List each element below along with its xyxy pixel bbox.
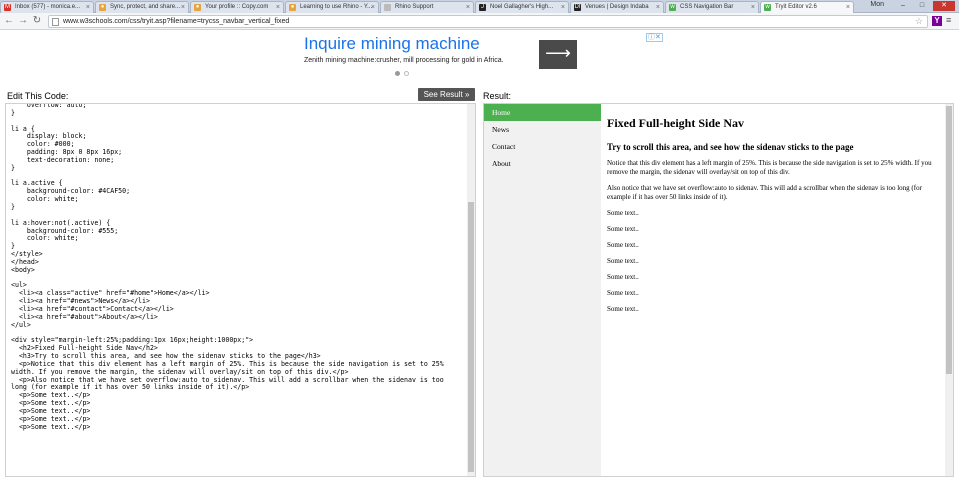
sidenav: Home News Contact About	[484, 104, 601, 476]
browser-tab[interactable]: ● Sync, protect, and share... ×	[95, 1, 189, 13]
see-result-button[interactable]: See Result »	[418, 88, 475, 101]
back-arrow-icon[interactable]: ←	[3, 15, 15, 27]
bookmark-star-icon[interactable]: ☆	[915, 16, 923, 27]
browser-toolbar: ← → ↻ www.w3schools.com/css/tryit.asp?fi…	[0, 13, 959, 30]
result-paragraph: Notice that this div element has a left …	[607, 159, 932, 176]
browser-tab[interactable]: w CSS Navigation Bar ×	[665, 1, 759, 13]
tab-label: Your profile :: Copy.com	[205, 4, 269, 10]
tab-favicon-icon: M	[4, 4, 11, 11]
advertisement[interactable]: Inquire mining machine Zenith mining mac…	[304, 33, 664, 75]
code-scrollbar-thumb[interactable]	[468, 202, 474, 472]
result-some-text: Some text..	[607, 305, 639, 313]
tab-favicon-icon: J	[479, 4, 486, 11]
tab-label: Noel Gallagher's High...	[490, 4, 554, 10]
tab-close-icon[interactable]: ×	[276, 2, 280, 13]
maximize-button[interactable]: □	[914, 1, 930, 11]
tab-favicon-icon: w	[764, 4, 771, 11]
carousel-dot[interactable]	[395, 71, 400, 76]
forward-arrow-icon[interactable]: →	[17, 15, 29, 27]
sidenav-item-news[interactable]: News	[484, 121, 601, 138]
tab-favicon-icon	[384, 4, 391, 11]
tab-close-icon[interactable]: ×	[846, 2, 850, 13]
address-bar[interactable]: www.w3schools.com/css/tryit.asp?filename…	[48, 15, 928, 28]
sidenav-item-contact[interactable]: Contact	[484, 138, 601, 155]
ad-title[interactable]: Inquire mining machine	[304, 34, 480, 54]
tab-favicon-icon: w	[669, 4, 676, 11]
window-controls: ‒ □ ✕	[895, 1, 955, 11]
result-subheading: Try to scroll this area, and see how the…	[607, 142, 854, 152]
browser-tab[interactable]: w Tryit Editor v2.6 ×	[760, 1, 854, 13]
result-frame: Home News Contact About Fixed Full-heigh…	[483, 103, 954, 477]
tab-favicon-icon: ●	[194, 4, 201, 11]
browser-menu-icon[interactable]: ≡	[946, 15, 951, 25]
tab-close-icon[interactable]: ×	[86, 2, 90, 13]
tab-favicon-icon: ●	[289, 4, 296, 11]
tab-label: Inbox (577) - monica.e...	[15, 4, 81, 10]
result-some-text: Some text..	[607, 209, 639, 217]
tab-label: CSS Navigation Bar	[680, 4, 734, 10]
tab-label: Sync, protect, and share...	[110, 4, 181, 10]
tab-close-icon[interactable]: ×	[181, 2, 185, 13]
result-some-text: Some text..	[607, 257, 639, 265]
sidenav-item-about[interactable]: About	[484, 155, 601, 172]
ad-description: Zenith mining machine:crusher, mill proc…	[304, 57, 504, 64]
minimize-button[interactable]: ‒	[895, 1, 911, 11]
result-some-text: Some text..	[607, 225, 639, 233]
tab-close-icon[interactable]: ×	[656, 2, 660, 13]
ad-choices-icon[interactable]: ⓘ✕	[646, 33, 663, 42]
close-window-button[interactable]: ✕	[933, 1, 955, 11]
browser-tab[interactable]: J Noel Gallagher's High... ×	[475, 1, 569, 13]
tab-label: Learning to use Rhino - Y...	[300, 4, 373, 10]
result-some-text: Some text..	[607, 273, 639, 281]
yahoo-extension-icon[interactable]: Y	[932, 16, 942, 26]
code-editor[interactable]: overflow: auto; } li a { display: block;…	[5, 103, 476, 477]
tab-close-icon[interactable]: ×	[371, 2, 375, 13]
edit-code-label: Edit This Code:	[7, 91, 69, 101]
reload-icon[interactable]: ↻	[31, 15, 43, 27]
tab-label: Tryit Editor v2.6	[775, 4, 817, 10]
tab-close-icon[interactable]: ×	[561, 2, 565, 13]
carousel-dots	[395, 71, 409, 76]
browser-tab-strip: M Inbox (577) - monica.e... × ● Sync, protec…	[0, 0, 959, 13]
tab-favicon-icon: DI	[574, 4, 581, 11]
code-scrollbar[interactable]	[467, 104, 475, 476]
result-some-text: Some text..	[607, 241, 639, 249]
tab-close-icon[interactable]: ×	[466, 2, 470, 13]
sidenav-item-home[interactable]: Home	[484, 104, 601, 121]
browser-tab[interactable]: M Inbox (577) - monica.e... ×	[0, 1, 94, 13]
result-scrollbar-thumb[interactable]	[946, 106, 952, 374]
tab-favicon-icon: ●	[99, 4, 106, 11]
result-scrollbar[interactable]	[945, 104, 953, 476]
user-profile-label[interactable]: Mon	[870, 1, 884, 8]
carousel-dot[interactable]	[404, 71, 409, 76]
page-icon	[52, 18, 59, 26]
tab-label: Rhino Support	[395, 4, 434, 10]
browser-tab[interactable]: DI Venues | Design Indaba ×	[570, 1, 664, 13]
browser-tab[interactable]: ● Your profile :: Copy.com ×	[190, 1, 284, 13]
code-textarea[interactable]: overflow: auto; } li a { display: block;…	[11, 104, 444, 431]
result-content: Fixed Full-height Side Nav Try to scroll…	[607, 104, 943, 314]
tab-label: Venues | Design Indaba	[585, 4, 649, 10]
browser-tab[interactable]: Rhino Support ×	[380, 1, 474, 13]
result-some-text: Some text..	[607, 289, 639, 297]
tab-close-icon[interactable]: ×	[751, 2, 755, 13]
browser-tab[interactable]: ● Learning to use Rhino - Y... ×	[285, 1, 379, 13]
url-text[interactable]: www.w3schools.com/css/tryit.asp?filename…	[63, 17, 289, 27]
ad-arrow-button[interactable]: ⟶	[539, 40, 577, 69]
result-paragraph: Also notice that we have set overflow:au…	[607, 184, 922, 201]
result-heading: Fixed Full-height Side Nav	[607, 116, 745, 130]
result-label: Result:	[483, 91, 512, 101]
